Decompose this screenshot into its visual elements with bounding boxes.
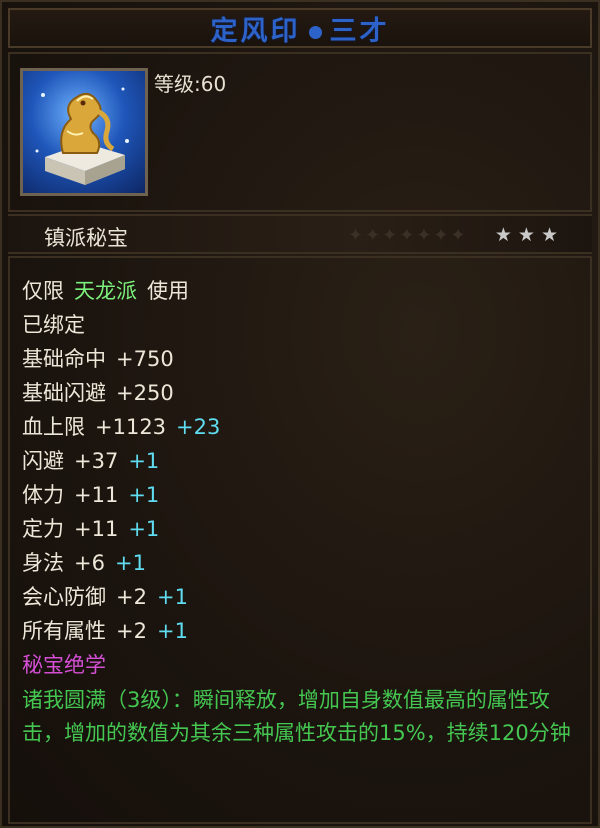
stat-label: 所有属性 [22,619,106,643]
item-tooltip: 定风印 三才 等级:60 镇派秘宝 ✦✦✦✦✦✦✦ ★ ★ ★ 仅限 天龙派 使… [0,0,600,828]
item-header: 等级:60 [8,52,592,212]
stat-value: +2 [116,585,147,609]
stat-bonus: +23 [176,415,221,439]
stat-value: +6 [74,551,105,575]
stat-bonus: +1 [156,619,188,643]
stat-label: 体力 [22,483,64,507]
stat-value: +750 [116,347,174,371]
stat-value: +37 [74,449,119,473]
stat-label: 基础命中 [22,347,106,371]
stat-label: 会心防御 [22,585,106,609]
stat-bonus: +1 [128,449,160,473]
item-type-bar: 镇派秘宝 ✦✦✦✦✦✦✦ ★ ★ ★ [8,214,592,254]
stat-bonus: +1 [128,483,160,507]
golden-dragon-seal-icon [35,87,129,185]
bound-status: 已绑定 [22,313,85,337]
stat-label: 定力 [22,517,64,541]
item-details: 仅限 天龙派 使用 已绑定 基础命中 +750 基础闪避 +250 血上限 +1123 +2… [8,256,592,824]
stat-row: 会心防御 +2 +1 [22,584,188,610]
stat-value: +2 [116,619,147,643]
skill-description: 诸我圆满（3级）：瞬间释放，增加自身数值最高的属性攻击，增加的数值为其余三种属性… [22,688,571,745]
stat-row: 闪避 +37 +1 [22,448,159,474]
stat-row: 定力 +11 +1 [22,516,159,542]
stat-row: 所有属性 +2 +1 [22,618,188,644]
item-name-main: 定风印 [210,15,301,47]
stat-row: 基础命中 +750 [22,346,174,372]
faded-stars-decoration: ✦✦✦✦✦✦✦ [348,225,468,246]
star-icon: ★ [517,224,535,246]
title-bar: 定风印 三才 [8,8,592,48]
sect-restriction: 仅限 天龙派 使用 [22,278,189,304]
stat-label: 身法 [22,551,64,575]
item-name-suffix: 三才 [329,15,390,47]
stat-row: 身法 +6 +1 [22,550,146,576]
separator-dot-icon [308,25,322,39]
skill-header: 秘宝绝学 [22,653,106,677]
stat-label: 血上限 [22,415,85,439]
item-icon [20,68,148,196]
stat-value: +250 [116,381,174,405]
stat-bonus: +1 [156,585,188,609]
star-icon: ★ [494,224,512,246]
item-type: 镇派秘宝 [44,226,128,250]
stat-bonus: +1 [114,551,146,575]
restriction-prefix: 仅限 [22,279,64,303]
stat-row: 基础闪避 +250 [22,380,174,406]
restriction-suffix: 使用 [147,279,189,303]
restriction-sect: 天龙派 [74,279,137,303]
level-text: 等级:60 [154,72,227,96]
stat-value: +1123 [95,415,167,439]
stat-value: +11 [74,517,119,541]
stat-label: 闪避 [22,449,64,473]
stat-bonus: +1 [128,517,160,541]
stat-row: 体力 +11 +1 [22,482,159,508]
stat-row: 血上限 +1123 +23 [22,414,220,440]
stat-value: +11 [74,483,119,507]
stat-label: 基础闪避 [22,381,106,405]
star-icon: ★ [540,224,558,246]
star-rating: ★ ★ ★ [495,224,558,246]
item-name: 定风印 三才 [211,9,390,48]
